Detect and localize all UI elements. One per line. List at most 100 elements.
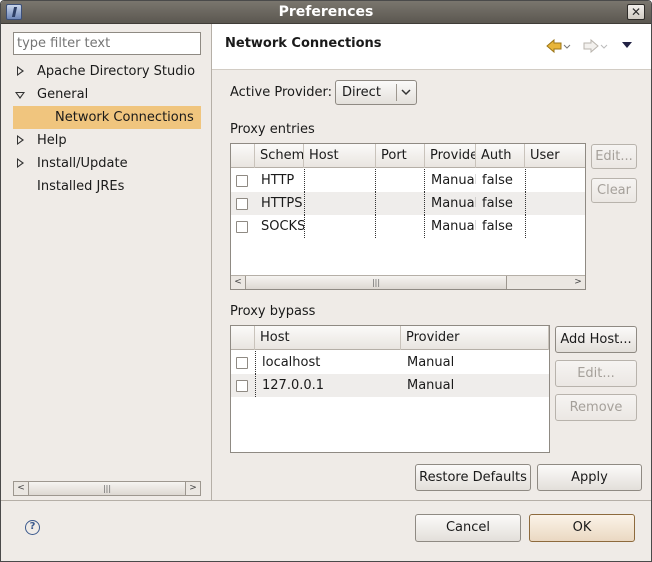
column-header[interactable]: Auth bbox=[476, 144, 525, 168]
preference-page: Network Connections Active Provider: Dir… bbox=[212, 24, 651, 500]
proxy-clear-button[interactable]: Clear bbox=[591, 178, 637, 203]
apply-button[interactable]: Apply bbox=[537, 464, 642, 491]
table-row[interactable]: HTTPS Manual false bbox=[231, 192, 585, 215]
scroll-thumb[interactable]: ||| bbox=[28, 482, 186, 495]
cell-schema: HTTPS bbox=[261, 196, 303, 211]
tree-item-general[interactable]: General bbox=[13, 83, 201, 106]
cell-host bbox=[304, 169, 376, 192]
proxy-entries-label: Proxy entries bbox=[230, 122, 315, 137]
title-bar[interactable]: Preferences ✕ bbox=[1, 1, 651, 24]
expand-arrow-icon[interactable] bbox=[17, 135, 24, 145]
cell-auth: false bbox=[482, 219, 513, 234]
column-header-check[interactable] bbox=[231, 326, 255, 350]
filter-input[interactable] bbox=[13, 32, 201, 55]
scroll-right-icon[interactable]: > bbox=[186, 482, 200, 495]
tree-item-label: Help bbox=[37, 133, 67, 148]
table-row[interactable]: HTTP Manual false bbox=[231, 169, 585, 192]
proxy-entries-horizontal-scrollbar[interactable]: < ||| > bbox=[231, 275, 585, 289]
tree-item-install-update[interactable]: Install/Update bbox=[13, 152, 201, 175]
bottom-divider bbox=[1, 500, 651, 501]
active-provider-select[interactable]: Direct bbox=[335, 80, 417, 105]
cell-provider: Manual bbox=[407, 378, 455, 393]
row-checkbox[interactable] bbox=[236, 380, 248, 392]
add-host-button[interactable]: Add Host... bbox=[555, 326, 637, 353]
table-header: Host Provider bbox=[231, 326, 549, 350]
cell-auth: false bbox=[482, 173, 513, 188]
row-checkbox[interactable] bbox=[236, 357, 248, 369]
forward-button[interactable] bbox=[582, 38, 608, 56]
column-header[interactable]: Schema bbox=[255, 144, 304, 168]
table-row[interactable]: SOCKS Manual false bbox=[231, 215, 585, 238]
cell-provider: Manual bbox=[431, 219, 476, 234]
column-header[interactable]: Provider bbox=[425, 144, 476, 168]
bypass-remove-button[interactable]: Remove bbox=[555, 394, 637, 421]
tree-item-help[interactable]: Help bbox=[13, 129, 201, 152]
tree-item-label: Apache Directory Studio bbox=[37, 64, 196, 79]
page-title: Network Connections bbox=[225, 36, 382, 51]
column-header[interactable]: Host bbox=[304, 144, 376, 168]
expand-arrow-icon[interactable] bbox=[17, 158, 24, 168]
close-icon: ✕ bbox=[630, 5, 642, 19]
cell-host: localhost bbox=[255, 351, 401, 374]
back-button[interactable] bbox=[545, 38, 571, 56]
row-checkbox[interactable] bbox=[236, 221, 248, 233]
preferences-window: Preferences ✕ Apache Directory Studio Ge… bbox=[0, 0, 652, 562]
table-header: Schema Host Port Provider Auth User bbox=[231, 144, 585, 168]
window-title: Preferences bbox=[278, 4, 374, 20]
tree-item-installed-jres[interactable]: Installed JREs bbox=[13, 175, 201, 198]
proxy-bypass-table[interactable]: Host Provider localhost Manual 127.0.0.1… bbox=[230, 325, 550, 453]
ok-button[interactable]: OK bbox=[529, 514, 635, 542]
collapse-arrow-icon[interactable] bbox=[15, 92, 25, 99]
cell-user bbox=[525, 192, 585, 215]
tree-item-label: General bbox=[37, 87, 89, 102]
cell-user bbox=[525, 169, 585, 192]
column-header[interactable]: Provider bbox=[401, 326, 549, 350]
cell-provider: Manual bbox=[431, 196, 476, 211]
cell-provider: Manual bbox=[431, 173, 476, 188]
chevron-down-icon bbox=[401, 89, 411, 96]
cell-host: 127.0.0.1 bbox=[255, 374, 401, 397]
cell-auth: false bbox=[482, 196, 513, 211]
cancel-button[interactable]: Cancel bbox=[415, 514, 521, 542]
column-header[interactable]: User bbox=[525, 144, 585, 168]
tree-item-network-connections[interactable]: Network Connections bbox=[13, 106, 201, 129]
row-checkbox[interactable] bbox=[236, 198, 248, 210]
table-row[interactable]: 127.0.0.1 Manual bbox=[231, 374, 549, 397]
page-header: Network Connections bbox=[212, 24, 651, 69]
proxy-bypass-label: Proxy bypass bbox=[230, 304, 316, 319]
tree-item-label: Network Connections bbox=[55, 110, 194, 125]
active-provider-value: Direct bbox=[342, 85, 381, 100]
combo-separator bbox=[396, 84, 397, 101]
scroll-right-icon[interactable]: > bbox=[571, 276, 585, 289]
row-checkbox[interactable] bbox=[236, 175, 248, 187]
restore-defaults-button[interactable]: Restore Defaults bbox=[415, 464, 531, 491]
scroll-left-icon[interactable]: < bbox=[14, 482, 28, 495]
expand-arrow-icon[interactable] bbox=[17, 66, 24, 76]
table-row[interactable]: localhost Manual bbox=[231, 351, 549, 374]
cell-host bbox=[304, 215, 376, 238]
proxy-entries-table[interactable]: Schema Host Port Provider Auth User HTTP… bbox=[230, 143, 586, 290]
cell-provider: Manual bbox=[407, 355, 455, 370]
tree-horizontal-scrollbar[interactable]: < ||| > bbox=[13, 481, 201, 496]
cell-host bbox=[304, 192, 376, 215]
cell-schema: SOCKS bbox=[261, 219, 304, 234]
column-header-check[interactable] bbox=[231, 144, 255, 168]
close-button[interactable]: ✕ bbox=[627, 4, 645, 20]
tree-item-apache-directory-studio[interactable]: Apache Directory Studio bbox=[13, 60, 201, 83]
column-header[interactable]: Port bbox=[376, 144, 425, 168]
column-header[interactable]: Host bbox=[255, 326, 401, 350]
active-provider-label: Active Provider: bbox=[230, 85, 333, 100]
header-divider bbox=[212, 69, 651, 70]
proxy-edit-button[interactable]: Edit... bbox=[591, 144, 637, 169]
preference-tree-pane: Apache Directory Studio General Network … bbox=[1, 24, 211, 500]
scroll-thumb[interactable]: ||| bbox=[245, 276, 507, 289]
bypass-edit-button[interactable]: Edit... bbox=[555, 360, 637, 387]
cell-schema: HTTP bbox=[261, 173, 295, 188]
view-menu-icon[interactable] bbox=[622, 42, 632, 48]
cell-user bbox=[525, 215, 585, 238]
cell-port bbox=[376, 192, 425, 215]
help-icon[interactable]: ? bbox=[25, 520, 40, 535]
cell-port bbox=[376, 169, 425, 192]
tree-item-label: Install/Update bbox=[37, 156, 128, 171]
scroll-left-icon[interactable]: < bbox=[231, 276, 245, 289]
